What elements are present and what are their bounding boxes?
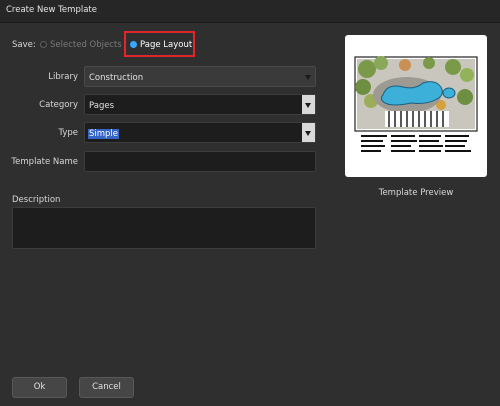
save-label: Save:	[12, 40, 36, 50]
library-dropdown[interactable]: Construction	[84, 66, 316, 87]
radio-selected-objects[interactable]	[40, 41, 47, 48]
library-label: Library	[48, 72, 78, 82]
title-bar: Create New Template	[0, 0, 500, 23]
category-label: Category	[39, 100, 78, 110]
category-dropdown[interactable]: Pages	[84, 94, 316, 115]
radio-page-layout[interactable]	[130, 41, 137, 48]
template-preview-frame	[345, 35, 487, 177]
type-value: Simple	[88, 129, 120, 139]
chevron-down-icon[interactable]	[302, 123, 315, 142]
window-title: Create New Template	[6, 5, 97, 15]
description-textarea[interactable]	[12, 207, 316, 249]
template-name-input[interactable]	[84, 151, 316, 172]
page-layout-label[interactable]: Page Layout	[140, 40, 192, 50]
type-dropdown[interactable]: Simple	[84, 122, 316, 143]
selected-objects-label[interactable]: Selected Objects	[50, 40, 122, 50]
ok-button[interactable]: Ok	[12, 377, 67, 398]
template-name-label: Template Name	[11, 157, 78, 167]
library-value: Construction	[89, 73, 144, 83]
category-value: Pages	[89, 101, 115, 111]
description-label: Description	[12, 195, 61, 205]
preview-caption: Template Preview	[378, 188, 454, 198]
cancel-button[interactable]: Cancel	[79, 377, 134, 398]
chevron-down-icon[interactable]	[302, 67, 315, 86]
chevron-down-icon[interactable]	[302, 95, 315, 114]
template-preview-image	[354, 56, 478, 152]
type-label: Type	[58, 128, 78, 138]
